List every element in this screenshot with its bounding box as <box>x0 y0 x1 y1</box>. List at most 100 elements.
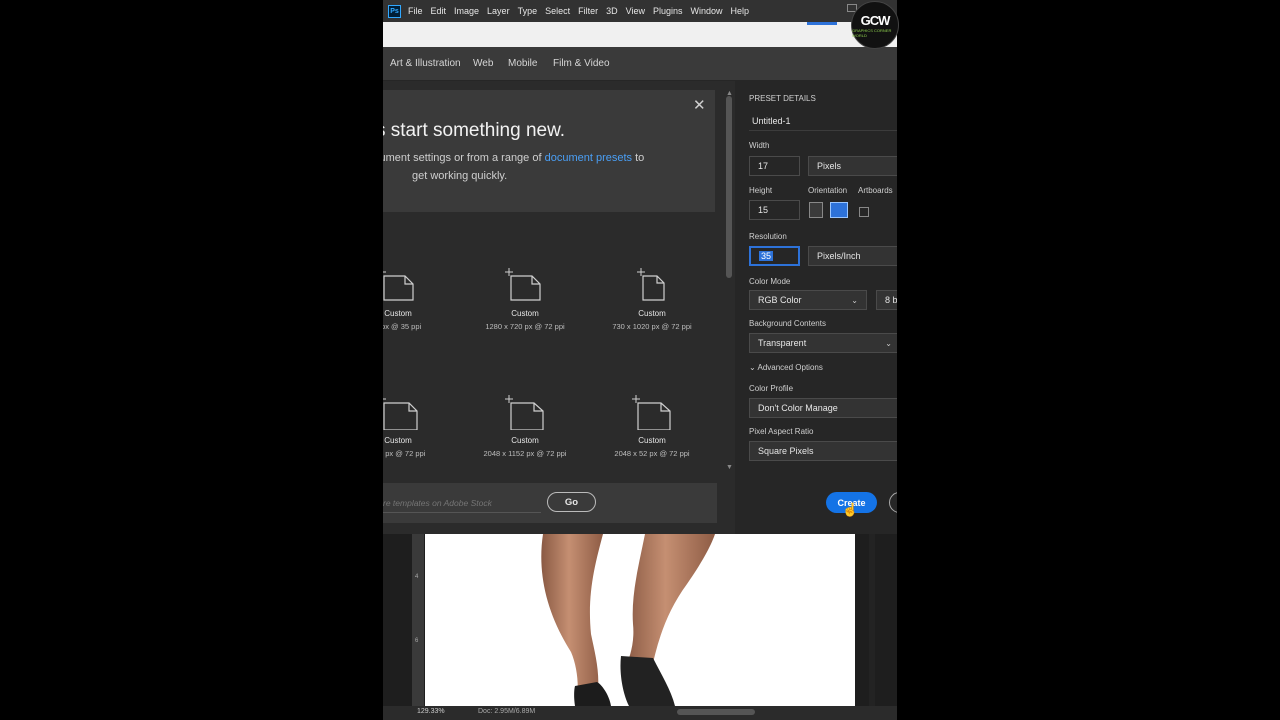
chevron-down-icon: ⌄ <box>749 363 756 372</box>
pixel-aspect-ratio-label: Pixel Aspect Ratio <box>749 427 814 436</box>
advanced-options-toggle[interactable]: ⌄ Advanced Options <box>749 363 823 372</box>
color-profile-label: Color Profile <box>749 384 794 393</box>
document-preset-icon <box>637 268 665 301</box>
height-label: Height <box>749 186 773 195</box>
document-canvas[interactable] <box>425 534 855 706</box>
preset-name: Custom <box>638 309 666 318</box>
preset-category-tabs: Art & Illustration Web Mobile Film & Vid… <box>383 47 897 81</box>
preset-details-header: PRESET DETAILS <box>749 94 816 103</box>
menu-file[interactable]: File <box>408 6 423 16</box>
preset-tile[interactable]: Custom 2048 x 52 px @ 72 ppi <box>582 390 722 458</box>
photoshop-window: Ps File Edit Image Layer Type Select Fil… <box>383 0 897 720</box>
menu-view[interactable]: View <box>626 6 645 16</box>
document-size: Doc: 2.95M/6.89M <box>478 708 536 715</box>
canvas-area: 4 6 <box>383 534 897 720</box>
welcome-panel: s start something new. cument settings o… <box>383 90 715 212</box>
preset-tile[interactable]: Custom 1280 x 720 px @ 72 ppi <box>455 263 595 331</box>
background-contents-select[interactable]: Transparent ⌄ <box>749 333 897 353</box>
orientation-label: Orientation <box>808 186 848 195</box>
width-input[interactable]: 17 <box>749 156 800 176</box>
vertical-ruler: 4 6 <box>412 534 424 706</box>
photoshop-logo-icon: Ps <box>388 4 401 18</box>
color-mode-select[interactable]: RGB Color ⌄ <box>749 290 867 310</box>
portrait-orientation-icon[interactable] <box>809 202 823 218</box>
hand-cursor-icon: ☝ <box>842 502 859 517</box>
menu-image[interactable]: Image <box>454 6 479 16</box>
advanced-options-label: Advanced Options <box>757 363 823 372</box>
preset-details-panel: PRESET DETAILS Untitled-1 Width 17 Pixel… <box>735 80 897 534</box>
canvas-vertical-scrollbar[interactable] <box>869 534 875 706</box>
menu-window[interactable]: Window <box>691 6 723 16</box>
scroll-down-icon[interactable]: ▼ <box>726 464 733 471</box>
ruler-tick-label: 6 <box>415 638 419 644</box>
pixel-aspect-ratio-select[interactable]: Square Pixels <box>749 441 897 461</box>
legs-photo <box>541 534 715 706</box>
channel-logo-subtext: GRAPHICS CORNER WORLD <box>852 27 892 38</box>
document-preset-icon <box>505 268 541 301</box>
document-preset-icon <box>383 398 418 430</box>
menu-edit[interactable]: Edit <box>431 6 447 16</box>
document-presets-link[interactable]: document presets <box>545 152 632 164</box>
background-contents-value: Transparent <box>758 338 807 348</box>
preset-size: 1280 x 720 px @ 72 ppi <box>485 322 565 331</box>
tab-web[interactable]: Web <box>473 58 493 69</box>
resolution-input[interactable]: 35 <box>749 246 800 266</box>
color-profile-select[interactable]: Don't Color Manage <box>749 398 897 418</box>
scrollbar-thumb[interactable] <box>726 96 732 278</box>
landscape-orientation-icon[interactable] <box>830 202 848 218</box>
stock-search-bar: Go <box>383 483 717 523</box>
welcome-text-suffix: to <box>632 152 645 164</box>
preset-tile[interactable]: Custom 2048 x 1152 px @ 72 ppi <box>455 390 595 458</box>
menu-plugins[interactable]: Plugins <box>653 6 683 16</box>
welcome-description: cument settings or from a range of docum… <box>383 152 644 164</box>
welcome-description-line2: get working quickly. <box>412 170 508 182</box>
resolution-label: Resolution <box>749 232 787 241</box>
channel-logo: GCW GRAPHICS CORNER WORLD <box>851 1 899 49</box>
preset-size: 2048 x 1152 px @ 72 ppi <box>483 449 567 458</box>
resolution-value-selected: 35 <box>759 251 774 261</box>
stock-search-input[interactable] <box>383 493 541 513</box>
horizontal-scrollbar-thumb[interactable] <box>677 709 755 715</box>
channel-logo-text: GCW <box>860 12 891 28</box>
color-mode-value: RGB Color <box>758 295 802 305</box>
status-bar: 129.33% Doc: 2.95M/6.89M <box>383 706 897 720</box>
presets-scrollbar[interactable]: ▲ ▼ <box>724 90 734 475</box>
close-welcome-icon[interactable]: ✕ <box>693 96 706 114</box>
tab-mobile[interactable]: Mobile <box>508 58 537 69</box>
name-underline <box>749 130 897 131</box>
zoom-level[interactable]: 129.33% <box>417 708 445 715</box>
artboards-label: Artboards <box>858 186 893 195</box>
menu-bar: Ps File Edit Image Layer Type Select Fil… <box>383 0 897 22</box>
go-button[interactable]: Go <box>547 492 596 512</box>
bit-depth-select[interactable]: 8 b <box>876 290 897 310</box>
preset-name: Custom <box>511 436 539 445</box>
close-button[interactable] <box>889 492 897 513</box>
welcome-text-prefix: cument settings or from a range of <box>383 152 545 164</box>
chevron-down-icon: ⌄ <box>851 295 858 305</box>
width-label: Width <box>749 141 770 150</box>
tab-art-illustration[interactable]: Art & Illustration <box>390 58 461 69</box>
preset-size: 2048 x 52 px @ 72 ppi <box>614 449 690 458</box>
document-name-field[interactable]: Untitled-1 <box>752 116 791 126</box>
menu-layer[interactable]: Layer <box>487 6 510 16</box>
artboards-checkbox[interactable] <box>859 207 869 217</box>
document-preset-icon <box>383 271 414 301</box>
welcome-title: s start something new. <box>383 120 566 141</box>
menu-3d[interactable]: 3D <box>606 6 618 16</box>
menu-select[interactable]: Select <box>545 6 570 16</box>
height-input[interactable]: 15 <box>749 200 800 220</box>
width-unit-select[interactable]: Pixels <box>808 156 897 176</box>
document-preset-icon <box>505 395 544 430</box>
color-mode-label: Color Mode <box>749 277 791 286</box>
menu-filter[interactable]: Filter <box>578 6 598 16</box>
tab-film-video[interactable]: Film & Video <box>553 58 610 69</box>
menu-type[interactable]: Type <box>518 6 538 16</box>
document-preset-icon <box>632 395 671 430</box>
preset-size: 730 x 1020 px @ 72 ppi <box>612 322 692 331</box>
background-contents-label: Background Contents <box>749 319 826 328</box>
resolution-unit-select[interactable]: Pixels/Inch <box>808 246 897 266</box>
titlebar-accent <box>807 22 837 25</box>
menu-help[interactable]: Help <box>731 6 750 16</box>
preset-tile[interactable]: Custom 730 x 1020 px @ 72 ppi <box>582 263 722 331</box>
chevron-down-icon: ⌄ <box>885 338 892 348</box>
